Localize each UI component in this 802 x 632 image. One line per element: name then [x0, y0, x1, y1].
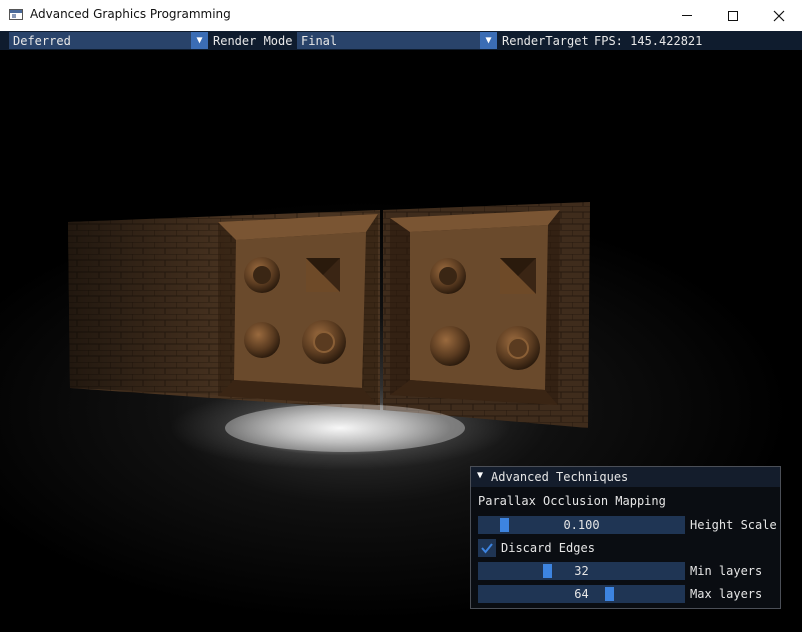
render-mode-combo-value: Final [301, 34, 338, 48]
dropdown-arrow-icon: ▼ [485, 35, 492, 46]
height-scale-label: Height Scale [690, 518, 777, 532]
render-target-label: RenderTarget [502, 34, 589, 48]
min-layers-value: 32 [574, 564, 589, 578]
close-icon [773, 10, 785, 21]
app-icon [9, 9, 23, 20]
dropdown-arrow-icon: ▼ [196, 35, 203, 46]
max-layers-value: 64 [574, 587, 589, 601]
max-layers-label: Max layers [690, 587, 763, 601]
min-layers-slider[interactable]: 32 [478, 562, 685, 580]
textured-wall-left [68, 210, 380, 410]
renderer-dropdown-button[interactable]: ▼ [191, 32, 208, 49]
app-window: Advanced Graphics Programming Deferred ▼… [0, 0, 802, 632]
maximize-button[interactable] [710, 0, 756, 31]
discard-edges-checkbox[interactable] [478, 539, 496, 557]
render-mode-combo[interactable]: Final [297, 32, 480, 49]
close-button[interactable] [756, 0, 802, 31]
panel-header[interactable]: ▼ Advanced Techniques [471, 467, 780, 487]
section-label: Parallax Occlusion Mapping [478, 494, 666, 508]
textured-wall-right [383, 202, 590, 428]
main-menu-bar: Deferred ▼ Render Mode Final ▼ RenderTar… [0, 31, 802, 50]
renderer-combo-value: Deferred [13, 34, 71, 48]
maximize-icon [728, 10, 738, 21]
minimize-button[interactable] [664, 0, 710, 31]
renderer-combo[interactable]: Deferred [9, 32, 191, 49]
collapse-triangle-icon[interactable]: ▼ [477, 470, 483, 481]
max-layers-slider[interactable]: 64 [478, 585, 685, 603]
render-mode-label: Render Mode [213, 34, 293, 48]
title-bar: Advanced Graphics Programming [0, 0, 802, 32]
min-layers-label: Min layers [690, 564, 763, 578]
minimize-icon [682, 15, 692, 16]
panel-title: Advanced Techniques [491, 470, 629, 484]
render-mode-dropdown-button[interactable]: ▼ [480, 32, 497, 49]
advanced-techniques-panel[interactable]: ▼ Advanced Techniques Parallax Occlusion… [470, 466, 781, 609]
spotlight-glow [225, 404, 465, 452]
height-scale-value: 0.100 [563, 518, 600, 532]
discard-edges-label: Discard Edges [501, 541, 595, 555]
checkmark-icon [481, 543, 493, 554]
fps-counter: FPS: 145.422821 [594, 34, 703, 48]
height-scale-slider[interactable]: 0.100 [478, 516, 685, 534]
window-title: Advanced Graphics Programming [30, 7, 231, 21]
